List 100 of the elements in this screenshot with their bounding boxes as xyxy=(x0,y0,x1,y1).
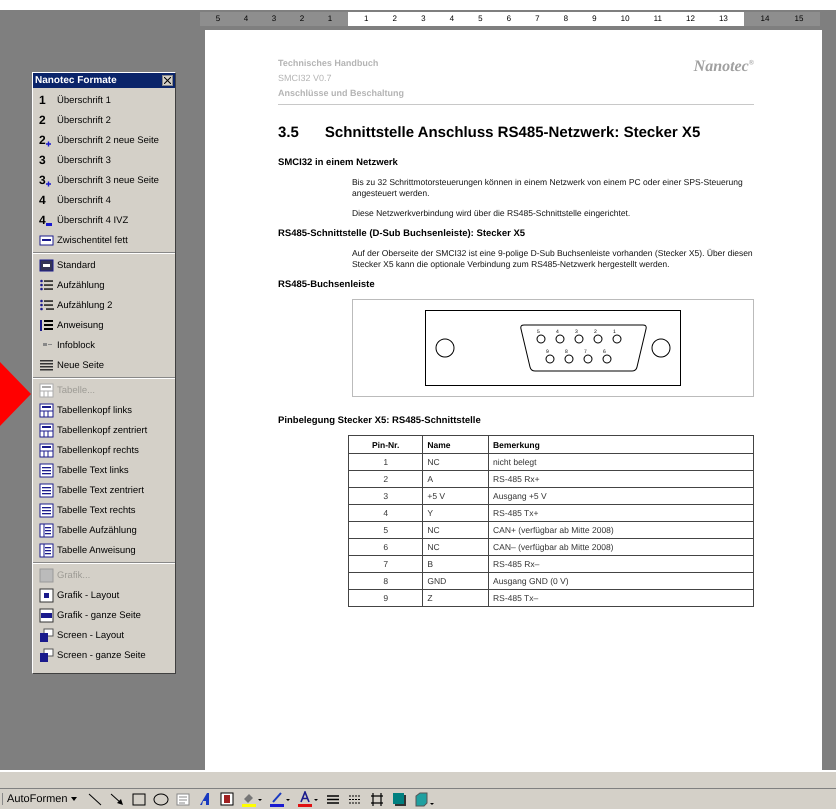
table-cell: CAN+ (verfügbar ab Mitte 2008) xyxy=(488,522,754,538)
ruler-number: 9 xyxy=(592,14,597,24)
ruler-number: 5 xyxy=(478,14,483,24)
column-header: Bemerkung xyxy=(488,436,754,454)
table-cell: CAN– (verfügbar ab Mitte 2008) xyxy=(488,538,754,556)
format-item[interactable]: Tabelle Aufzählung xyxy=(33,520,175,540)
table-cell: RS-485 Tx+ xyxy=(488,504,754,522)
format-item[interactable]: Tabelle Text links xyxy=(33,460,175,480)
format-item[interactable]: Tabelle Text rechts xyxy=(33,500,175,520)
table-cell: 1 xyxy=(348,454,423,470)
table-icon xyxy=(39,382,54,398)
ruler-number: 13 xyxy=(718,14,728,24)
format-item[interactable]: Grafik - ganze Seite xyxy=(33,605,175,625)
heading-number: 3 xyxy=(39,153,46,167)
format-item[interactable]: 2 Überschrift 2 neue Seite xyxy=(33,130,175,150)
paragraph: Diese Netzwerkverbindung wird über die RS485-Schnittstelle eingerichtet. xyxy=(352,208,632,219)
format-item[interactable]: 3 Überschrift 3 neue Seite xyxy=(33,170,175,190)
ruler-number: 14 xyxy=(760,14,770,24)
tablelist-icon xyxy=(39,522,54,538)
heading-number: 1 xyxy=(39,93,46,107)
linecolor-tool-icon[interactable] xyxy=(268,791,291,807)
format-item[interactable]: 4 Überschrift 4 xyxy=(33,190,175,210)
heading-number: 3 xyxy=(39,173,46,187)
line-tool-icon[interactable] xyxy=(86,791,103,807)
format-item[interactable]: Infoblock xyxy=(33,335,175,355)
screen-icon xyxy=(39,628,54,642)
table-cell: Y xyxy=(422,504,489,522)
format-item[interactable]: Standard xyxy=(33,255,175,275)
fontcolor-tool-icon[interactable] xyxy=(296,791,319,807)
shadow-tool-icon[interactable] xyxy=(390,791,407,807)
table-cell: Z xyxy=(422,590,489,606)
format-item[interactable]: Tabellenkopf zentriert xyxy=(33,420,175,440)
table-cell: 5 xyxy=(348,522,423,538)
subtitle-icon xyxy=(39,232,54,248)
header-text: SMCI32 V0.7 xyxy=(278,73,333,83)
ruler-number: 6 xyxy=(506,14,512,24)
tabletext-icon xyxy=(39,462,54,478)
format-item[interactable]: 2 Überschrift 2 xyxy=(33,110,175,130)
ruler-number: 15 xyxy=(794,14,804,24)
table-cell: 7 xyxy=(348,556,423,572)
ruler-number: 4 xyxy=(244,14,248,24)
format-item[interactable]: Grafik - Layout xyxy=(33,585,175,605)
ruler-number: 1 xyxy=(328,14,332,24)
oval-tool-icon[interactable] xyxy=(152,791,169,807)
format-item[interactable]: Neue Seite xyxy=(33,355,175,375)
format-item[interactable]: Tabelle Anweisung xyxy=(33,540,175,560)
list-icon xyxy=(39,278,54,292)
index-icon xyxy=(46,222,52,227)
close-button[interactable] xyxy=(162,75,173,86)
format-item[interactable]: 4 Überschrift 4 IVZ xyxy=(33,210,175,230)
autoshapes-menu[interactable]: AutoFormen xyxy=(2,793,81,805)
table-cell: RS-485 Tx– xyxy=(488,590,754,606)
tablelist-icon xyxy=(39,542,54,558)
arrow-tool-icon[interactable] xyxy=(108,791,125,807)
logo: Nanotec$^{®}$ xyxy=(694,58,754,77)
table-cell: Ausgang +5 V xyxy=(488,488,754,504)
ruler-number: 10 xyxy=(620,14,630,24)
heading-number: 2 xyxy=(39,133,46,147)
subheading: Pinbelegung Stecker X5: RS485-Schnittstelle xyxy=(278,415,482,426)
ruler-number: 2 xyxy=(300,14,304,24)
ruler-number: 5 xyxy=(216,14,220,24)
list2-icon xyxy=(39,298,54,312)
format-item[interactable]: Screen - Layout xyxy=(33,625,175,645)
ruler-number: 7 xyxy=(535,14,540,24)
format-item[interactable]: Screen - ganze Seite xyxy=(33,645,175,665)
scroll-bar[interactable] xyxy=(0,770,836,789)
arrowstyle-tool-icon[interactable] xyxy=(368,791,385,807)
clipart-tool-icon[interactable] xyxy=(218,791,235,807)
format-item[interactable]: Tabellenkopf links xyxy=(33,400,175,420)
fill-tool-icon[interactable] xyxy=(240,791,263,807)
caret-icon xyxy=(70,797,77,801)
heading-number: 4 xyxy=(39,213,46,227)
threed-tool-icon[interactable] xyxy=(412,791,435,807)
table-cell: Ausgang GND (0 V) xyxy=(488,572,754,590)
textbox-tool-icon[interactable] xyxy=(174,791,191,807)
tabletext-icon xyxy=(39,502,54,518)
table-cell: 9 xyxy=(348,590,423,606)
page-icon xyxy=(39,358,54,372)
format-item[interactable]: Aufzählung xyxy=(33,275,175,295)
format-item[interactable]: 1 Überschrift 1 xyxy=(33,90,175,110)
rectangle-tool-icon[interactable] xyxy=(130,791,147,807)
format-item[interactable]: Tabellenkopf rechts xyxy=(33,440,175,460)
table-cell: NC xyxy=(422,538,489,556)
ruler-number: 2 xyxy=(392,14,397,24)
table-cell: 2 xyxy=(348,470,423,488)
screen-icon xyxy=(39,648,54,662)
ruler-number: 3 xyxy=(421,14,426,24)
format-item[interactable]: Tabelle Text zentriert xyxy=(33,480,175,500)
table-cell: 6 xyxy=(348,538,423,556)
column-header: Name xyxy=(422,436,489,454)
table-cell: 8 xyxy=(348,572,423,590)
format-item[interactable]: Zwischentitel fett xyxy=(33,230,175,250)
heading-number: 4 xyxy=(39,193,46,207)
header-text: Anschlüsse und Beschaltung xyxy=(278,88,404,98)
tablehead-icon xyxy=(39,442,54,458)
format-item[interactable]: Aufzählung 2 xyxy=(33,295,175,315)
paragraph: Bis zu 32 Schrittmotorsteuerungen können in einem Netzwerk von einem PC oder einer SPS-Steuerung angesteuert werden. xyxy=(352,177,744,199)
format-item[interactable]: 3 Überschrift 3 xyxy=(33,150,175,170)
format-item[interactable]: Anweisung xyxy=(33,315,175,335)
ruler-number: 11 xyxy=(654,14,662,24)
